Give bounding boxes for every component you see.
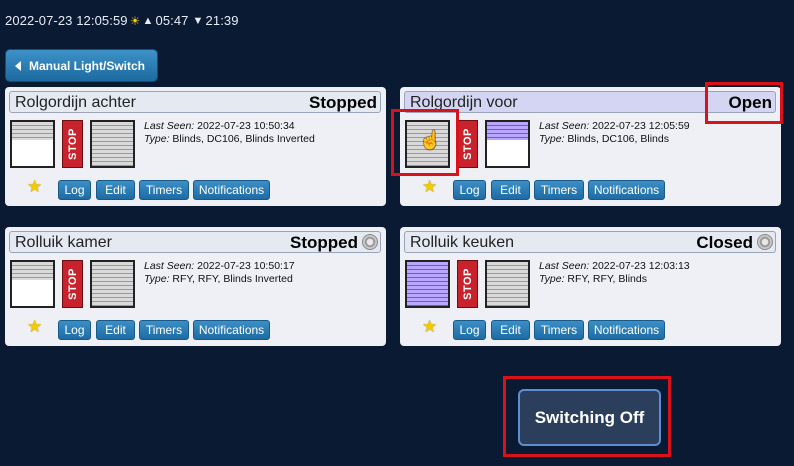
gear-icon[interactable]	[362, 234, 378, 250]
hand-pointer-icon: ☝	[419, 130, 442, 150]
sun-icon: ☀	[129, 13, 141, 28]
close-blind-button[interactable]	[90, 120, 135, 168]
device-type: RFY, RFY, Blinds Inverted	[172, 273, 293, 285]
log-button[interactable]: Log	[453, 180, 486, 200]
edit-button[interactable]: Edit	[96, 320, 135, 340]
device-info: Last Seen: 2022-07-23 12:05:59 Type: Bli…	[539, 120, 690, 145]
back-arrow-icon	[15, 60, 21, 71]
stop-button[interactable]: STOP	[457, 120, 478, 168]
device-header: Rolluik keuken Closed	[404, 231, 776, 253]
device-type: Blinds, DC106, Blinds Inverted	[172, 133, 315, 145]
device-header: Rolgordijn achter Stopped	[9, 91, 381, 113]
device-name: Rolgordijn voor	[410, 94, 518, 111]
stop-button[interactable]: STOP	[62, 260, 83, 308]
device-name: Rolluik kamer	[15, 234, 112, 251]
device-card-rolluik-keuken: Rolluik keuken Closed STOP Last Seen: 20…	[400, 227, 781, 346]
device-status: Open	[728, 93, 772, 112]
current-datetime: 2022-07-23 12:05:59	[5, 13, 128, 28]
favorite-star-icon[interactable]: ★	[27, 177, 42, 197]
device-header: Rolluik kamer Stopped	[9, 231, 381, 253]
device-card-rolgordijn-voor: Rolgordijn voor Open STOP Last Seen: 202…	[400, 87, 781, 206]
gear-icon[interactable]	[757, 234, 773, 250]
switching-off-notification: Switching Off	[518, 389, 661, 446]
favorite-star-icon[interactable]: ★	[422, 317, 437, 337]
close-blind-button[interactable]	[90, 260, 135, 308]
stop-button[interactable]: STOP	[62, 120, 83, 168]
timers-button[interactable]: Timers	[139, 180, 189, 200]
close-blind-button[interactable]	[485, 260, 530, 308]
device-status: Stopped	[309, 93, 377, 112]
device-info: Last Seen: 2022-07-23 10:50:17 Type: RFY…	[144, 260, 295, 285]
edit-button[interactable]: Edit	[96, 180, 135, 200]
device-status: Closed	[696, 233, 753, 252]
device-card-rolluik-kamer: Rolluik kamer Stopped STOP Last Seen: 20…	[5, 227, 386, 346]
log-button[interactable]: Log	[453, 320, 486, 340]
device-name: Rolluik keuken	[410, 234, 515, 251]
manual-light-switch-button[interactable]: Manual Light/Switch	[5, 49, 158, 82]
close-blind-button[interactable]	[485, 120, 530, 168]
device-info: Last Seen: 2022-07-23 12:03:13 Type: RFY…	[539, 260, 690, 285]
notifications-button[interactable]: Notifications	[193, 320, 270, 340]
device-header: Rolgordijn voor Open	[404, 91, 776, 113]
log-button[interactable]: Log	[58, 320, 91, 340]
status-bar: 2022-07-23 12:05:59 ☀ ▲ 05:47 ▼ 21:39	[5, 13, 239, 28]
sunrise-time: 05:47	[155, 13, 189, 28]
device-name: Rolgordijn achter	[15, 94, 136, 111]
open-blind-button[interactable]	[10, 120, 55, 168]
last-seen: 2022-07-23 12:03:13	[592, 260, 690, 272]
notifications-button[interactable]: Notifications	[588, 180, 665, 200]
device-status: Stopped	[290, 233, 358, 252]
sunset-time: 21:39	[205, 13, 239, 28]
device-card-rolgordijn-achter: Rolgordijn achter Stopped STOP Last Seen…	[5, 87, 386, 206]
open-blind-button[interactable]	[405, 260, 450, 308]
stop-button[interactable]: STOP	[457, 260, 478, 308]
log-button[interactable]: Log	[58, 180, 91, 200]
last-seen: 2022-07-23 10:50:17	[197, 260, 295, 272]
device-info: Last Seen: 2022-07-23 10:50:34 Type: Bli…	[144, 120, 315, 145]
timers-button[interactable]: Timers	[534, 180, 584, 200]
last-seen: 2022-07-23 12:05:59	[592, 120, 690, 132]
favorite-star-icon[interactable]: ★	[422, 177, 437, 197]
edit-button[interactable]: Edit	[491, 320, 530, 340]
last-seen: 2022-07-23 10:50:34	[197, 120, 295, 132]
device-type: Blinds, DC106, Blinds	[567, 133, 669, 145]
timers-button[interactable]: Timers	[139, 320, 189, 340]
sunset-icon: ▼	[192, 14, 204, 27]
device-type: RFY, RFY, Blinds	[567, 273, 647, 285]
notifications-button[interactable]: Notifications	[588, 320, 665, 340]
notifications-button[interactable]: Notifications	[193, 180, 270, 200]
favorite-star-icon[interactable]: ★	[27, 317, 42, 337]
timers-button[interactable]: Timers	[534, 320, 584, 340]
open-blind-button[interactable]	[10, 260, 55, 308]
edit-button[interactable]: Edit	[491, 180, 530, 200]
sunrise-icon: ▲	[142, 14, 154, 27]
back-button-label: Manual Light/Switch	[29, 58, 145, 73]
